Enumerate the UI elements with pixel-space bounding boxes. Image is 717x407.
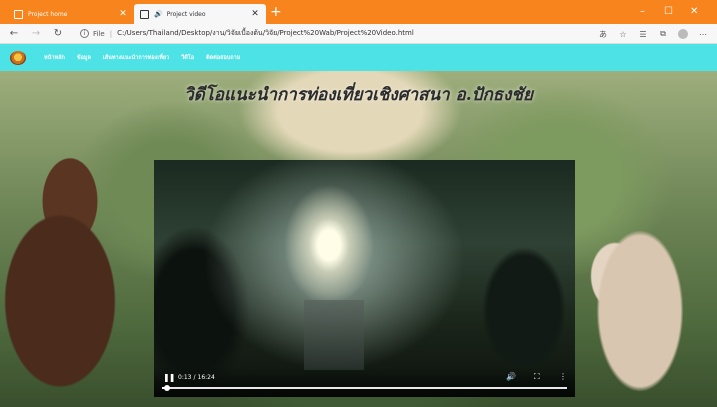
site-logo[interactable] bbox=[10, 50, 26, 65]
page-title: วิดีโอแนะนำการท่องเที่ยวเชิงศาสนา อ.ปักธ… bbox=[184, 85, 533, 105]
nav-link-contact[interactable]: ติดต่อสอบถาม bbox=[206, 54, 240, 62]
site-navbar: หน้าหลัก ข้อมูล เส้นทางแนะนำการท่องเที่ย… bbox=[0, 44, 717, 71]
tab-label: Project home bbox=[28, 10, 68, 18]
url-separator: | bbox=[109, 29, 113, 38]
nav-link-home[interactable]: หน้าหลัก bbox=[44, 54, 65, 62]
collections-icon[interactable]: ⧉ bbox=[653, 29, 673, 39]
back-button[interactable]: ← bbox=[6, 28, 22, 39]
browser-window: Project home ✕ 🔊 Project video ✕ + – ☐ ✕… bbox=[0, 0, 717, 407]
favorite-star-icon[interactable]: ☆ bbox=[613, 30, 633, 39]
pause-icon[interactable]: ❚❚ bbox=[163, 373, 175, 382]
tab-project-video[interactable]: 🔊 Project video ✕ bbox=[134, 4, 266, 24]
refresh-button[interactable]: ↻ bbox=[50, 28, 66, 39]
read-aloud-icon[interactable]: あ bbox=[593, 29, 613, 40]
fullscreen-icon[interactable]: ⛶ bbox=[534, 372, 540, 382]
url-field[interactable]: i File | C:/Users/Thailand/Desktop/งาน/ว… bbox=[80, 26, 414, 42]
video-controls: ❚❚ 0:13/16:24 🔊 ⛶ ⋮ bbox=[154, 367, 575, 397]
progress-bar[interactable] bbox=[162, 385, 567, 391]
title-bar: Project home ✕ 🔊 Project video ✕ + – ☐ ✕ bbox=[0, 0, 717, 24]
more-options-icon[interactable]: ⋯ bbox=[693, 30, 713, 39]
speaker-icon[interactable]: 🔊 bbox=[154, 10, 163, 18]
nav-link-video[interactable]: วีดีโอ bbox=[181, 54, 194, 62]
close-icon[interactable]: ✕ bbox=[118, 9, 128, 19]
duration: 16:24 bbox=[197, 374, 215, 381]
close-icon[interactable]: ✕ bbox=[250, 9, 260, 19]
hero-background: วิดีโอแนะนำการท่องเที่ยวเชิงศาสนา อ.ปักธ… bbox=[0, 71, 717, 407]
minimize-button[interactable]: – bbox=[640, 3, 645, 21]
time-display: 0:13/16:24 bbox=[178, 374, 215, 381]
nav-link-info[interactable]: ข้อมูล bbox=[77, 54, 91, 62]
toolbar-buttons: あ ☆ ☰ ⧉ ⋯ bbox=[593, 24, 713, 44]
url-scheme: File bbox=[93, 29, 105, 38]
maximize-button[interactable]: ☐ bbox=[664, 3, 673, 21]
url-text[interactable]: C:/Users/Thailand/Desktop/งาน/วิจัยเบื้อ… bbox=[117, 28, 414, 39]
current-time: 0:13 bbox=[178, 374, 192, 381]
volume-icon[interactable]: 🔊 bbox=[506, 372, 516, 381]
video-frame-building bbox=[304, 300, 364, 370]
info-icon[interactable]: i bbox=[80, 29, 89, 38]
page-icon bbox=[14, 9, 23, 19]
tab-project-home[interactable]: Project home ✕ bbox=[8, 4, 134, 24]
video-player[interactable]: ❚❚ 0:13/16:24 🔊 ⛶ ⋮ bbox=[154, 160, 575, 397]
forward-button[interactable]: → bbox=[28, 28, 44, 39]
time-separator: / bbox=[193, 374, 196, 381]
tab-label: Project video bbox=[166, 10, 206, 18]
favorites-list-icon[interactable]: ☰ bbox=[633, 30, 653, 39]
progress-knob[interactable] bbox=[164, 385, 171, 391]
page-icon bbox=[140, 9, 149, 19]
nav-link-routes[interactable]: เส้นทางแนะนำการท่องเที่ยว bbox=[103, 54, 169, 62]
address-bar: ← → ↻ i File | C:/Users/Thailand/Desktop… bbox=[0, 24, 717, 44]
new-tab-button[interactable]: + bbox=[270, 3, 282, 21]
close-window-button[interactable]: ✕ bbox=[690, 3, 698, 21]
avatar[interactable] bbox=[678, 29, 688, 39]
more-options-icon[interactable]: ⋮ bbox=[559, 372, 567, 381]
